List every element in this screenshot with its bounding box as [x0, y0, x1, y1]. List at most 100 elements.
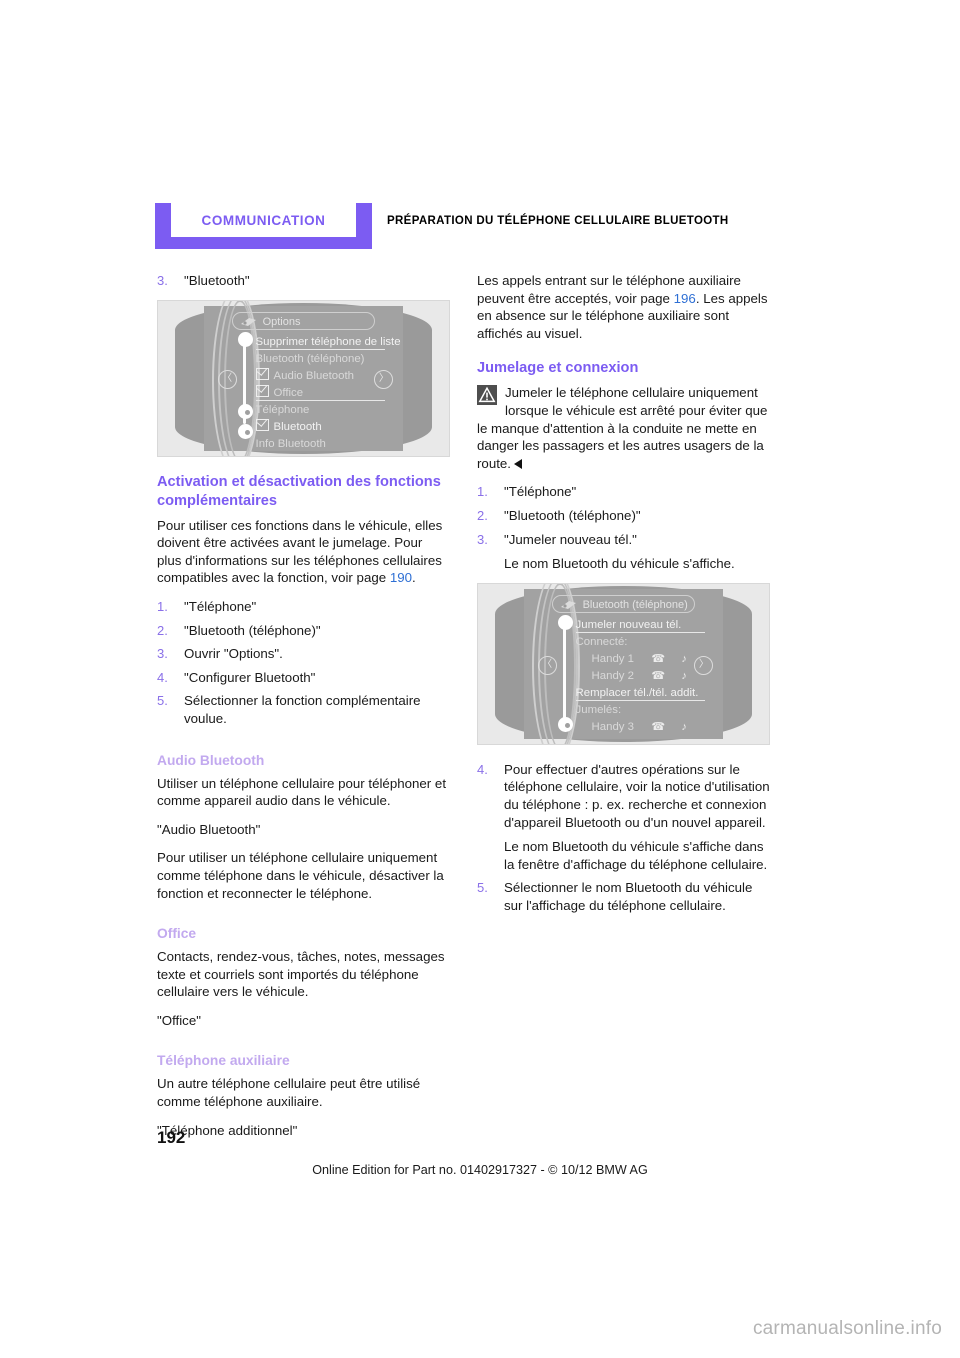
idrive-menu-list: Jumeler nouveau tél. Connecté: Handy 1 ☎… [575, 617, 708, 736]
checkbox-icon [255, 384, 269, 397]
menu-item[interactable]: Bluetooth [255, 418, 388, 436]
idrive-inner: Options 〈 〉 Supprimer téléphone de liste… [203, 300, 404, 456]
options-icon [560, 600, 576, 609]
options-pill-label: Options [262, 315, 301, 328]
menu-item[interactable]: Bluetooth (téléphone) [256, 351, 388, 368]
scroll-knob-bottom[interactable] [238, 423, 254, 439]
page-number: 192 [157, 1128, 186, 1147]
menu-item[interactable]: Jumelés: [576, 702, 708, 719]
page-header: COMMUNICATION PRÉPARATION DU TÉLÉPHONE C… [155, 203, 805, 249]
scroll-knob-mid[interactable] [238, 403, 254, 419]
options-pill[interactable]: Options [231, 311, 376, 330]
step-text: Sélectionner le nom Bluetooth du véhicul… [504, 880, 753, 913]
menu-item[interactable]: Remplacer tél./tél. addit. [575, 685, 708, 702]
menu-item[interactable]: Jumeler nouveau tél. [575, 617, 708, 634]
idrive-body: Options 〈 〉 Supprimer téléphone de liste… [175, 300, 432, 456]
checkbox-icon [255, 418, 269, 431]
list-item: Sélectionner la fonction complémentaire … [157, 692, 450, 727]
music-note-icon: ♪ [681, 669, 687, 682]
menu-item-label: Handy 2 [591, 669, 634, 682]
figure-idrive-options: Options 〈 〉 Supprimer téléphone de liste… [157, 299, 450, 457]
step-text: "Téléphone" [184, 598, 257, 614]
step-note: Le nom Bluetooth du véhicule s'affiche d… [504, 839, 768, 872]
menu-item[interactable]: Handy 3 ☎ ♪ [576, 719, 708, 736]
warning-triangle-icon [477, 385, 497, 406]
row-status-icons: ☎ ♪ [647, 668, 703, 685]
paragraph-office-2: "Office" [157, 1012, 201, 1028]
edition-footer: Online Edition for Part no. 01402917327 … [312, 1163, 648, 1177]
menu-item[interactable]: Office [255, 384, 388, 402]
heading-activation: Activation et désactivation des fonction… [157, 473, 441, 509]
paragraph-office-1: Contacts, rendez-vous, tâches, notes, me… [157, 949, 445, 1000]
list-item: "Jumeler nouveau tél." Le nom Bluetooth d… [477, 531, 770, 573]
menu-item[interactable]: Connecté: [576, 634, 708, 651]
site-watermark: carmanualsonline.info [752, 1318, 942, 1339]
list-item: "Bluetooth (téléphone)" [157, 622, 450, 640]
idrive-menu-list: Supprimer téléphone de liste Bluetooth (… [255, 334, 401, 453]
menu-item[interactable]: Handy 1 ☎ ♪ [576, 651, 708, 668]
paragraph-audio-2: "Audio Bluetooth" [157, 821, 261, 837]
idrive-screen: Options 〈 〉 Supprimer téléphone de liste… [158, 300, 449, 456]
back-button-icon[interactable]: 〈 [217, 370, 237, 390]
heading-jumelage: Jumelage et connexion [477, 360, 639, 377]
paragraph-activation: Pour utiliser ces fonctions dans le véhi… [157, 517, 450, 587]
step-text: "Jumeler nouveau tél." [504, 531, 637, 547]
figure-idrive-pairing: Bluetooth (téléphone) 〈 〉 Jumeler nouvea… [477, 582, 770, 745]
back-button-icon[interactable]: 〈 [537, 655, 557, 675]
idrive-body: Bluetooth (téléphone) 〈 〉 Jumeler nouvea… [495, 583, 752, 744]
step-text: "Configurer Bluetooth" [184, 669, 316, 685]
phone-icon: ☎ [651, 652, 666, 665]
list-item: Pour effectuer d'autres opérations sur l… [477, 761, 770, 874]
section-title: PRÉPARATION DU TÉLÉPHONE CELLULAIRE BLUE… [387, 215, 729, 227]
menu-item-label: Bluetooth [273, 420, 322, 433]
page-reference[interactable]: 196 [674, 291, 696, 306]
scroll-knob-top[interactable] [558, 614, 574, 630]
paragraph-suffix: . [412, 570, 416, 586]
list-item: "Configurer Bluetooth" [157, 669, 450, 687]
music-note-icon: ♪ [681, 652, 687, 665]
pairing-steps-continued: Pour effectuer d'autres opérations sur l… [477, 761, 770, 915]
lead-step-list: "Bluetooth" [157, 272, 450, 290]
menu-item[interactable]: Handy 2 ☎ ♪ [576, 668, 708, 685]
right-column: Les appels entrant sur le téléphone auxi… [477, 272, 770, 920]
step-text: "Bluetooth (téléphone)" [504, 507, 641, 523]
menu-item[interactable]: Téléphone [256, 402, 388, 419]
menu-item[interactable]: Supprimer téléphone de liste [255, 334, 401, 351]
paragraph-audio-3: Pour utiliser un téléphone cellulaire un… [157, 850, 444, 901]
chapter-label: COMMUNICATION [201, 212, 326, 228]
bluetooth-phone-pill[interactable]: Bluetooth (téléphone) [551, 594, 696, 613]
phone-icon: ☎ [651, 720, 666, 733]
list-item: "Téléphone" [157, 598, 450, 616]
menu-item-label: Handy 1 [591, 652, 634, 665]
list-item: "Bluetooth (téléphone)" [477, 507, 770, 525]
page-reference[interactable]: 190 [390, 570, 412, 585]
checkbox-icon [255, 367, 269, 380]
lead-step-text: "Bluetooth" [184, 273, 250, 288]
paragraph-aux-2: "Téléphone additionnel" [157, 1122, 298, 1138]
menu-item[interactable]: Audio Bluetooth [255, 367, 388, 385]
scroll-knob-bottom[interactable] [558, 716, 574, 732]
list-item: "Bluetooth" [157, 272, 450, 290]
menu-item[interactable]: Info Bluetooth [256, 436, 388, 453]
idrive-screen: Bluetooth (téléphone) 〈 〉 Jumeler nouvea… [478, 583, 769, 744]
menu-item-label: Office [273, 386, 304, 399]
heading-audio-bluetooth: Audio Bluetooth [157, 752, 265, 768]
options-icon [240, 317, 256, 326]
scroll-rail[interactable] [562, 620, 566, 725]
list-item: Ouvrir "Options". [157, 645, 450, 663]
phone-icon: ☎ [651, 669, 666, 682]
step-text: "Bluetooth (téléphone)" [184, 622, 321, 638]
step-text: Sélectionner la fonction complémentaire … [184, 693, 421, 726]
step-text: Ouvrir "Options". [184, 646, 283, 662]
step-note: Le nom Bluetooth du véhicule s'affiche. [504, 556, 735, 572]
pill-label: Bluetooth (téléphone) [582, 598, 688, 611]
step-text: Pour effectuer d'autres opérations sur l… [504, 761, 770, 830]
step-text: "Téléphone" [504, 484, 577, 500]
scroll-knob-top[interactable] [238, 331, 254, 347]
paragraph-audio-1: Utiliser un téléphone cellulaire pour té… [157, 775, 447, 809]
pairing-steps: "Téléphone" "Bluetooth (téléphone)" "Jum… [477, 483, 770, 572]
heading-office: Office [157, 926, 197, 942]
